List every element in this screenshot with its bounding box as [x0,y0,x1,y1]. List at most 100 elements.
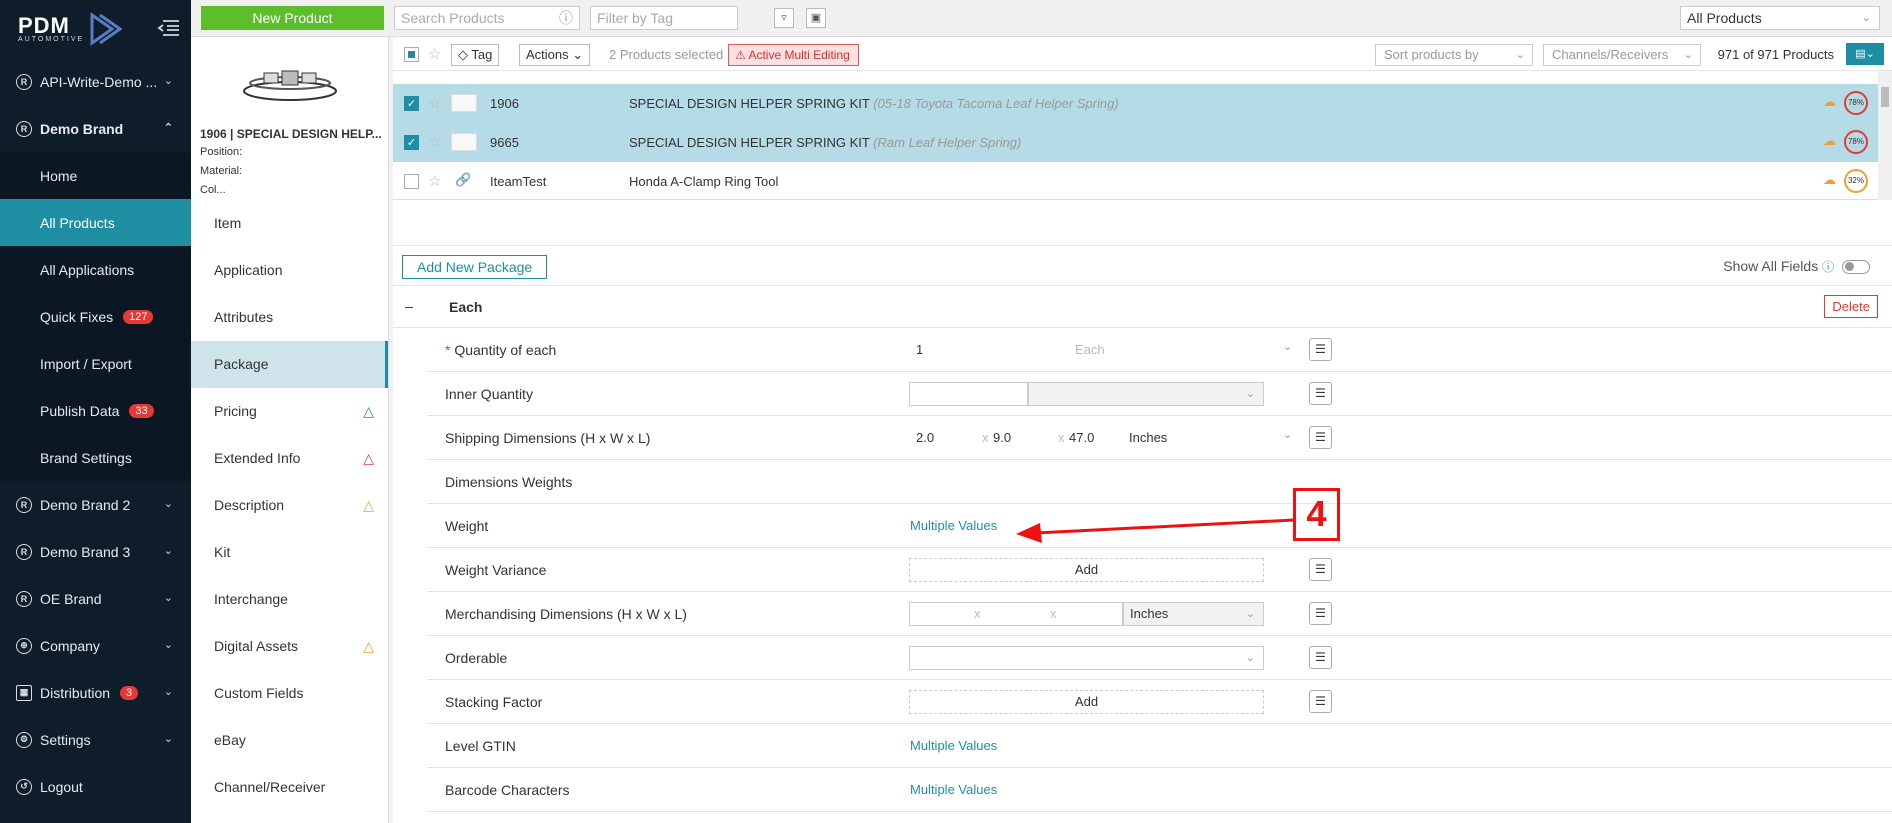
orderable-select[interactable]: ⌄ [909,646,1264,670]
show-all-fields-toggle[interactable] [1842,260,1870,275]
sidebar-subitem-import-export[interactable]: Import / Export [0,340,191,387]
dimension-unit-select[interactable]: Inches [1129,430,1167,445]
weight-variance-add[interactable]: Add [909,558,1264,582]
row-checkbox[interactable]: ✓ [404,96,419,111]
description-text: Honda A-Clamp Ring Tool [629,174,779,189]
demo-brand-submenu: Home All Products All Applications Quick… [0,152,191,481]
merch-dimensions-input[interactable]: x x [909,602,1123,626]
quantity-value[interactable]: 1 [916,342,923,357]
sidebar-subitem-home[interactable]: Home [0,152,191,199]
table-row[interactable]: ☆ 🔗 IteamTest Honda A-Clamp Ring Tool ☁ … [393,162,1878,201]
search-products-input[interactable]: Search Products ⓘ [394,6,580,30]
view-mode-button[interactable]: ▤⌄ [1846,43,1884,65]
sidebar-item-oe-brand[interactable]: R OE Brand ⌄ [0,575,191,622]
sidebar-item-settings[interactable]: ⚙ Settings ⌄ [0,716,191,763]
tab-channel-receiver[interactable]: Channel/Receiver [191,764,388,811]
save-filter-icon[interactable]: ▣ [806,8,826,28]
stacking-factor-add[interactable]: Add [909,690,1264,714]
layers-icon[interactable]: ☰ [1309,338,1332,361]
delete-package-button[interactable]: Delete [1824,295,1878,318]
inner-quantity-input[interactable] [909,382,1028,406]
filter-by-tag-input[interactable]: Filter by Tag [590,6,738,30]
list-scrollbar[interactable] [1878,71,1892,200]
sidebar-item-distribution[interactable]: ▦ Distribution 3 ⌄ [0,669,191,716]
menu-collapse-icon[interactable] [157,19,179,37]
sidebar-item-demo-brand-3[interactable]: R Demo Brand 3 ⌄ [0,528,191,575]
star-icon[interactable]: ☆ [428,94,441,112]
tab-application[interactable]: Application [191,247,388,294]
filter-icon[interactable]: ▿ [774,8,794,28]
sidebar-subitem-brand-settings[interactable]: Brand Settings [0,434,191,481]
pdm-logo[interactable]: PDM AUTOMOTIVE [0,0,191,58]
product-image[interactable] [230,43,350,121]
tab-ebay[interactable]: eBay [191,717,388,764]
new-product-button[interactable]: New Product [201,6,384,30]
star-icon[interactable]: ☆ [428,172,441,190]
tab-description[interactable]: Description △ [191,482,388,529]
layers-icon[interactable]: ☰ [1309,646,1332,669]
width-value[interactable]: 9.0 [993,430,1011,445]
gtin-multiple-values-link[interactable]: Multiple Values [910,738,997,753]
add-new-package-button[interactable]: Add New Package [402,255,548,279]
registered-icon: R [16,73,32,90]
sidebar-item-company[interactable]: ⊕ Company ⌄ [0,622,191,669]
field-label: Inner Quantity [445,386,533,402]
scrollbar-thumb[interactable] [1881,87,1889,107]
multi-edit-badge[interactable]: ⚠ Active Multi Editing [728,44,859,66]
tab-label: Package [214,356,269,372]
warning-icon: ⚠ [735,48,749,62]
tab-digital-assets[interactable]: Digital Assets △ [191,623,388,670]
tab-package[interactable]: Package [191,341,388,388]
tab-interchange[interactable]: Interchange [191,576,388,623]
layers-icon[interactable]: ☰ [1309,558,1332,581]
sidebar-item-logout[interactable]: ↺ Logout [0,763,191,810]
barcode-multiple-values-link[interactable]: Multiple Values [910,782,997,797]
inner-quantity-unit-select[interactable]: ⌄ [1028,382,1264,406]
star-icon[interactable]: ☆ [428,133,441,151]
tab-item[interactable]: Item [191,200,388,247]
sidebar-item-api-write-demo[interactable]: R API-Write-Demo ... ⌄ [0,58,191,105]
sidebar-subitem-publish-data[interactable]: Publish Data 33 [0,387,191,434]
help-icon[interactable]: ⓘ [559,7,573,29]
tab-attributes[interactable]: Attributes [191,294,388,341]
merch-unit-select[interactable]: Inches ⌄ [1123,602,1264,626]
layers-icon[interactable]: ☰ [1309,690,1332,713]
weight-multiple-values-link[interactable]: Multiple Values [910,518,997,533]
tag-button[interactable]: ◇ Tag [451,44,500,66]
row-checkbox[interactable]: ✓ [404,135,419,150]
height-value[interactable]: 2.0 [916,430,934,445]
tab-pricing[interactable]: Pricing △ [191,388,388,435]
length-value[interactable]: 47.0 [1069,430,1094,445]
merch-unit-value: Inches [1130,606,1169,621]
star-icon[interactable]: ☆ [428,45,441,63]
sidebar-item-demo-brand[interactable]: R Demo Brand ⌃ [0,105,191,152]
row-checkbox[interactable] [404,174,419,189]
select-all-checkbox[interactable] [404,47,419,62]
cloud-icon: ☁ [1823,172,1836,187]
collapse-icon[interactable]: – [405,298,413,314]
tab-label: Attributes [214,309,274,325]
distribution-icon: ▦ [16,684,32,701]
warning-icon: △ [363,497,374,513]
annotation-number-box: 4 [1293,488,1340,541]
sidebar-item-demo-brand-2[interactable]: R Demo Brand 2 ⌄ [0,481,191,528]
layers-icon[interactable]: ☰ [1309,382,1332,405]
layers-icon[interactable]: ☰ [1309,602,1332,625]
tab-extended-info[interactable]: Extended Info △ [191,435,388,482]
tab-kit[interactable]: Kit [191,529,388,576]
sort-select[interactable]: Sort products by ⌄ [1375,44,1533,66]
sidebar-subitem-quick-fixes[interactable]: Quick Fixes 127 [0,293,191,340]
quantity-unit-select[interactable]: Each [1075,342,1105,357]
sidebar-subitem-all-products[interactable]: All Products [0,199,191,246]
actions-button[interactable]: Actions ⌄ [519,44,591,66]
product-scope-select[interactable]: All Products ⌄ [1680,6,1880,30]
sidebar-subitem-all-applications[interactable]: All Applications [0,246,191,293]
layers-icon[interactable]: ☰ [1309,426,1332,449]
channels-select[interactable]: Channels/Receivers ⌄ [1543,44,1701,66]
sidebar-subitem-label: Quick Fixes [40,308,114,325]
field-shipping-dimensions: Shipping Dimensions (H x W x L) 2.0 x 9.… [427,416,1892,460]
table-row[interactable]: ✓ ☆ 9665 SPECIAL DESIGN HELPER SPRING KI… [393,123,1878,162]
tab-custom-fields[interactable]: Custom Fields [191,670,388,717]
show-all-fields[interactable]: Show All Fields ⓘ [1723,258,1870,275]
table-row[interactable]: ✓ ☆ 1906 SPECIAL DESIGN HELPER SPRING KI… [393,84,1878,123]
